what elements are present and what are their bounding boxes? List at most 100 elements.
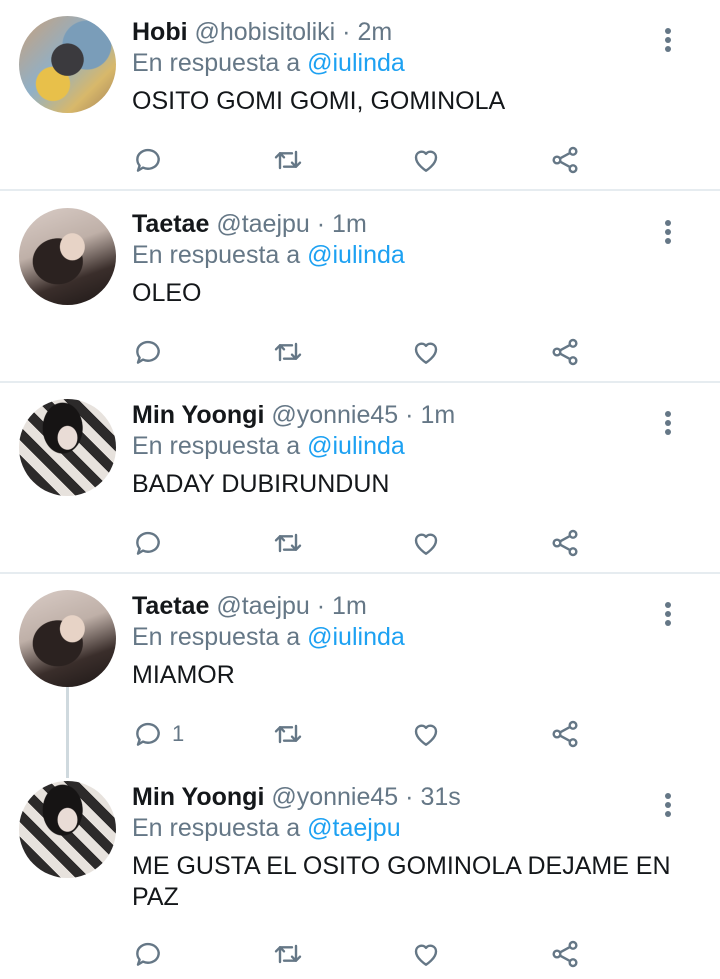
like-button[interactable] xyxy=(410,716,442,752)
display-name[interactable]: Taetae xyxy=(132,210,209,238)
share-button[interactable] xyxy=(549,936,581,972)
avatar[interactable] xyxy=(19,16,116,113)
more-vertical-icon[interactable] xyxy=(656,220,680,250)
retweet-icon xyxy=(272,336,304,368)
avatar[interactable] xyxy=(19,781,116,878)
tweet-actions xyxy=(132,525,612,561)
retweet-icon xyxy=(272,938,304,970)
reply-icon xyxy=(132,718,164,750)
reply-button[interactable]: 1 xyxy=(132,716,184,752)
share-button[interactable] xyxy=(549,334,581,370)
reply-mention-link[interactable]: @iulinda xyxy=(307,623,405,651)
user-handle[interactable]: @hobisitoliki xyxy=(195,18,336,46)
timestamp[interactable]: 1m xyxy=(332,592,367,620)
more-vertical-icon[interactable] xyxy=(656,602,680,632)
reply-prefix: En respuesta a xyxy=(132,623,301,651)
reply-prefix: En respuesta a xyxy=(132,432,301,460)
tweet[interactable]: Hobi @hobisitoliki · 2m En respuesta a @… xyxy=(0,14,720,190)
tweet[interactable]: Min Yoongi @yonnie45 · 1m En respuesta a… xyxy=(0,397,720,573)
like-button[interactable] xyxy=(410,142,442,178)
avatar[interactable] xyxy=(19,590,116,687)
heart-icon xyxy=(410,336,442,368)
tweet[interactable]: Min Yoongi @yonnie45 · 31s En respuesta … xyxy=(0,779,720,979)
divider xyxy=(0,189,720,191)
reply-mention-link[interactable]: @iulinda xyxy=(307,432,405,460)
retweet-button[interactable] xyxy=(272,936,304,972)
retweet-button[interactable] xyxy=(272,142,304,178)
retweet-button[interactable] xyxy=(272,525,304,561)
divider xyxy=(0,572,720,574)
share-icon xyxy=(549,144,581,176)
tweet-text: OLEO xyxy=(132,279,202,307)
reply-prefix: En respuesta a xyxy=(132,49,301,77)
share-button[interactable] xyxy=(549,716,581,752)
reply-prefix: En respuesta a xyxy=(132,241,301,269)
reply-feed: Hobi @hobisitoliki · 2m En respuesta a @… xyxy=(0,0,720,979)
share-button[interactable] xyxy=(549,142,581,178)
timestamp[interactable]: 1m xyxy=(332,210,367,238)
more-vertical-icon[interactable] xyxy=(656,411,680,441)
display-name[interactable]: Taetae xyxy=(132,592,209,620)
reply-button[interactable] xyxy=(132,936,172,972)
tweet-actions xyxy=(132,334,612,370)
share-icon xyxy=(549,336,581,368)
divider xyxy=(0,381,720,383)
display-name[interactable]: Min Yoongi xyxy=(132,401,264,429)
user-handle[interactable]: @yonnie45 xyxy=(271,401,398,429)
share-icon xyxy=(549,718,581,750)
avatar[interactable] xyxy=(19,208,116,305)
user-handle[interactable]: @taejpu xyxy=(216,210,310,238)
timestamp[interactable]: 31s xyxy=(420,783,460,811)
like-button[interactable] xyxy=(410,936,442,972)
tweet[interactable]: Taetae @taejpu · 1m En respuesta a @iuli… xyxy=(0,588,720,764)
like-button[interactable] xyxy=(410,334,442,370)
separator: · xyxy=(405,783,414,811)
user-handle[interactable]: @taejpu xyxy=(216,592,310,620)
share-button[interactable] xyxy=(549,525,581,561)
heart-icon xyxy=(410,718,442,750)
tweet[interactable]: Taetae @taejpu · 1m En respuesta a @iuli… xyxy=(0,206,720,382)
heart-icon xyxy=(410,527,442,559)
retweet-button[interactable] xyxy=(272,334,304,370)
retweet-button[interactable] xyxy=(272,716,304,752)
reply-button[interactable] xyxy=(132,142,172,178)
reply-context: En respuesta a @iulinda xyxy=(132,237,405,273)
user-handle[interactable]: @yonnie45 xyxy=(271,783,398,811)
share-icon xyxy=(549,527,581,559)
reply-icon xyxy=(132,938,164,970)
separator: · xyxy=(342,18,351,46)
display-name[interactable]: Min Yoongi xyxy=(132,783,264,811)
retweet-icon xyxy=(272,144,304,176)
display-name[interactable]: Hobi xyxy=(132,18,188,46)
more-vertical-icon[interactable] xyxy=(656,793,680,823)
timestamp[interactable]: 1m xyxy=(420,401,455,429)
reply-context: En respuesta a @taejpu xyxy=(132,810,401,846)
reply-count: 1 xyxy=(172,721,185,746)
tweet-text: BADAY DUBIRUNDUN xyxy=(132,470,390,498)
reply-mention-link[interactable]: @iulinda xyxy=(307,49,405,77)
heart-icon xyxy=(410,144,442,176)
like-button[interactable] xyxy=(410,525,442,561)
reply-icon xyxy=(132,336,164,368)
reply-mention-link[interactable]: @iulinda xyxy=(307,241,405,269)
reply-button[interactable] xyxy=(132,525,172,561)
more-vertical-icon[interactable] xyxy=(656,28,680,58)
avatar[interactable] xyxy=(19,399,116,496)
reply-button[interactable] xyxy=(132,334,172,370)
reply-context: En respuesta a @iulinda xyxy=(132,619,405,655)
reply-context: En respuesta a @iulinda xyxy=(132,428,405,464)
reply-icon xyxy=(132,527,164,559)
reply-prefix: En respuesta a xyxy=(132,814,301,842)
tweet-text: MIAMOR xyxy=(132,661,235,689)
timestamp[interactable]: 2m xyxy=(357,18,392,46)
reply-icon xyxy=(132,144,164,176)
share-icon xyxy=(549,938,581,970)
separator: · xyxy=(316,210,326,238)
heart-icon xyxy=(410,938,442,970)
separator: · xyxy=(316,592,326,620)
separator: · xyxy=(405,401,414,429)
tweet-actions: 1 xyxy=(132,716,612,752)
retweet-icon xyxy=(272,527,304,559)
reply-mention-link[interactable]: @taejpu xyxy=(307,814,401,842)
tweet-text: OSITO GOMI GOMI, GOMINOLA xyxy=(132,87,506,115)
